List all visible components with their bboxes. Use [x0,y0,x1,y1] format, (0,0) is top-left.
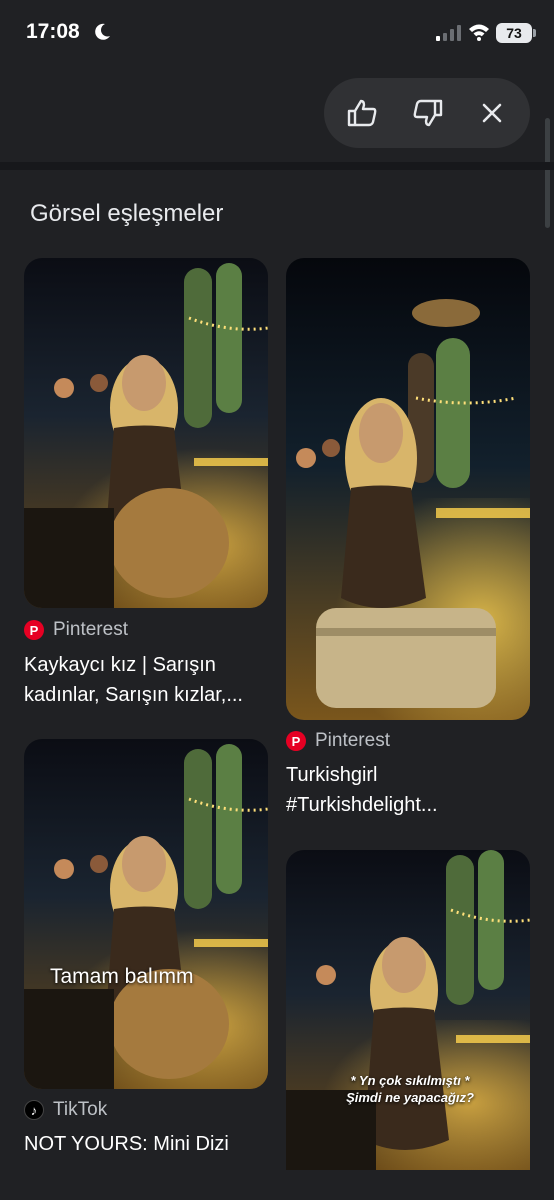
source-label: Pinterest [315,730,390,751]
video-caption-line: Şimdi ne yapacağız? [346,1090,474,1105]
night-beach-photo [286,850,530,1170]
result-title-line: NOT YOURS: Mini Dizi [24,1133,229,1155]
tiktok-icon: ♪ [24,1100,44,1120]
night-beach-photo [24,739,268,1089]
source-label: Pinterest [53,619,128,640]
result-card-3[interactable]: Tamam balımm ♪ TikTok NOT YOURS: Mini Di… [24,739,268,1159]
source-row: P Pinterest [286,730,390,752]
video-caption: * Yn çok sıkılmıştı * Şimdi ne yapacağız… [330,1072,490,1106]
thumbs-up-button[interactable] [340,92,384,134]
result-image[interactable] [24,258,268,608]
status-bar: 17:08 73 [0,0,554,66]
video-caption-line: * Yn çok sıkılmıştı * [350,1073,470,1088]
thumbs-down-button[interactable] [406,92,450,134]
result-image[interactable]: * Yn çok sıkılmıştı * Şimdi ne yapacağız… [286,850,530,1170]
wifi-icon [469,24,489,41]
video-caption: Tamam balımm [50,965,194,988]
pinterest-icon: P [286,731,306,751]
source-row: P Pinterest [24,619,128,641]
result-image[interactable] [286,258,530,720]
status-time: 17:08 [26,20,80,43]
night-beach-photo [286,258,530,720]
battery-tip [533,29,536,37]
source-label: TikTok [53,1099,108,1120]
section-title: Görsel eşleşmeler [30,200,224,227]
close-icon [482,103,502,123]
result-title[interactable]: Turkishgirl #Turkishdelight... [286,760,536,820]
result-card-4[interactable]: * Yn çok sıkılmıştı * Şimdi ne yapacağız… [286,850,530,1200]
result-title[interactable]: Kaykaycı kız | Sarışın kadınlar, Sarışın… [24,650,274,710]
result-title-line: Turkishgirl [286,764,378,786]
battery-icon: 73 [496,23,532,43]
thumbs-down-icon [413,99,443,127]
result-image[interactable]: Tamam balımm [24,739,268,1089]
result-title[interactable]: NOT YOURS: Mini Dizi [24,1129,274,1159]
signal-icon [436,25,461,41]
close-button[interactable] [470,92,514,134]
result-title-line: Kaykaycı kız | Sarışın [24,654,216,676]
thumbs-up-icon [347,99,377,127]
section-divider [0,162,554,170]
result-title-line: kadınlar, Sarışın kızlar,... [24,684,243,706]
result-card-2[interactable]: P Pinterest Turkishgirl #Turkishdelight.… [286,258,530,818]
night-beach-photo [24,258,268,608]
scrollbar[interactable] [545,118,550,228]
feedback-bar [324,78,530,148]
source-row: ♪ TikTok [24,1099,107,1121]
result-title-line: #Turkishdelight... [286,794,438,816]
moon-icon [95,23,110,40]
result-card-1[interactable]: P Pinterest Kaykaycı kız | Sarışın kadın… [24,258,268,718]
pinterest-icon: P [24,620,44,640]
